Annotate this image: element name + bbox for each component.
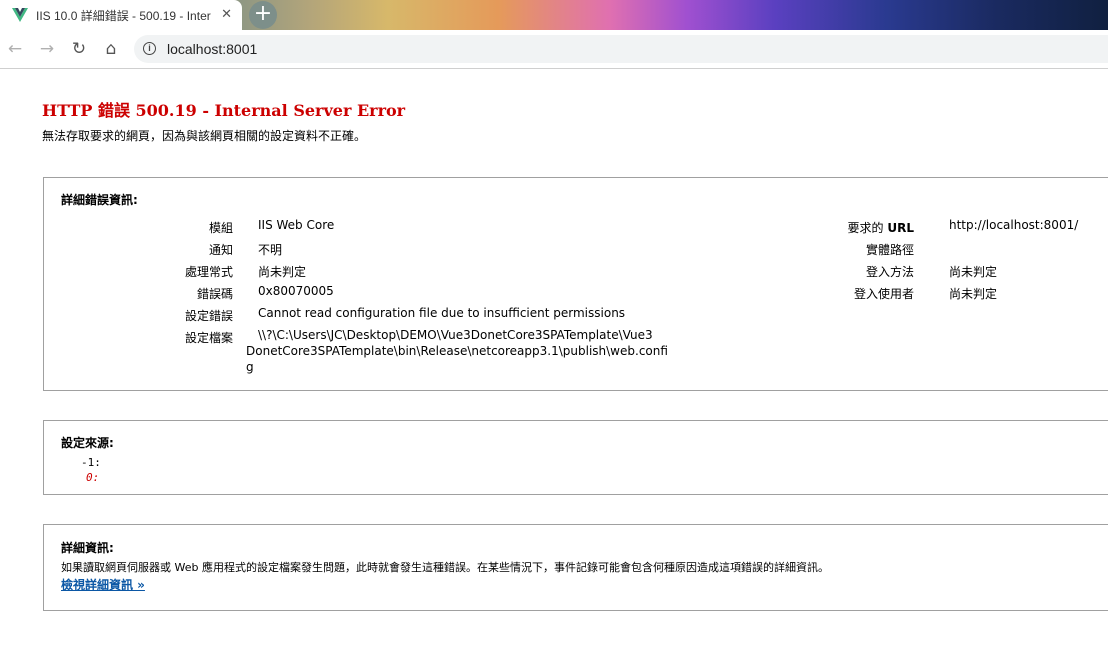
requested-url-label: 要求的 URL bbox=[848, 219, 914, 236]
more-info-text: 如果讀取網頁伺服器或 Web 應用程式的設定檔案發生問題，此時就會發生這種錯誤。… bbox=[61, 561, 829, 574]
module-value: IIS Web Core bbox=[258, 218, 335, 232]
requested-url-value: http://localhost:8001/ bbox=[949, 218, 1079, 232]
close-icon[interactable]: ✕ bbox=[221, 8, 232, 22]
more-info-link[interactable]: 檢視詳細資訊 » bbox=[61, 576, 145, 593]
new-tab-button[interactable]: + bbox=[249, 1, 277, 29]
module-label: 模組 bbox=[208, 221, 233, 235]
config-file-line-3: g bbox=[246, 360, 254, 374]
config-source-box: 設定來源: -1: 0: bbox=[43, 420, 1108, 495]
handler-value: 尚未判定 bbox=[258, 265, 307, 279]
browser-tab-strip: IIS 10.0 詳細錯誤 - 500.19 - Internal Server… bbox=[0, 0, 1108, 30]
address-bar[interactable]: i localhost:8001 bbox=[134, 35, 1108, 63]
config-source-line-2: 0: bbox=[86, 471, 100, 484]
config-error-label: 設定錯誤 bbox=[184, 309, 233, 323]
browser-tab[interactable]: IIS 10.0 詳細錯誤 - 500.19 - Internal Server… bbox=[0, 0, 242, 30]
tab-title: IIS 10.0 詳細錯誤 - 500.19 - Internal Server… bbox=[36, 8, 211, 23]
logon-method-label: 登入方法 bbox=[865, 265, 914, 279]
logon-user-label: 登入使用者 bbox=[853, 287, 914, 301]
config-error-value: Cannot read configuration file due to in… bbox=[258, 306, 626, 320]
forward-icon[interactable]: → bbox=[37, 39, 57, 59]
notification-value: 不明 bbox=[258, 243, 283, 257]
detail-error-box: 詳細錯誤資訊: 模組 IIS Web Core 通知 不明 處理常式 尚未判定 … bbox=[43, 177, 1108, 391]
config-source-heading: 設定來源: bbox=[61, 436, 114, 450]
config-file-line-2: DonetCore3SPATemplate\bin\Release\netcor… bbox=[246, 344, 668, 358]
handler-label: 處理常式 bbox=[184, 265, 233, 279]
url-text[interactable]: localhost:8001 bbox=[167, 41, 257, 57]
physical-path-label: 實體路徑 bbox=[865, 243, 914, 257]
error-code-value: 0x80070005 bbox=[258, 284, 334, 298]
logon-user-value: 尚未判定 bbox=[949, 287, 998, 301]
detail-error-heading: 詳細錯誤資訊: bbox=[61, 193, 138, 207]
requested-url-label-bold: URL bbox=[887, 221, 914, 235]
page-content: HTTP 錯誤 500.19 - Internal Server Error 無… bbox=[0, 69, 1108, 654]
notification-label: 通知 bbox=[208, 243, 233, 257]
page-title: HTTP 錯誤 500.19 - Internal Server Error bbox=[42, 101, 406, 120]
page-subtitle: 無法存取要求的網頁，因為與該網頁相關的設定資料不正確。 bbox=[42, 129, 367, 143]
home-icon[interactable]: ⌂ bbox=[101, 39, 121, 59]
reload-icon[interactable]: ↻ bbox=[69, 39, 89, 59]
error-code-label: 錯誤碼 bbox=[196, 287, 233, 301]
config-file-line-1: \\?\C:\Users\JC\Desktop\DEMO\Vue3DonetCo… bbox=[258, 328, 653, 342]
browser-toolbar: ← → ↻ ⌂ i localhost:8001 bbox=[0, 30, 1108, 69]
config-source-line-1: -1: bbox=[81, 456, 101, 469]
vue-logo-icon bbox=[12, 8, 28, 22]
requested-url-label-prefix: 要求的 bbox=[847, 221, 884, 235]
info-icon[interactable]: i bbox=[143, 42, 156, 55]
config-file-label: 設定檔案 bbox=[184, 331, 233, 345]
logon-method-value: 尚未判定 bbox=[949, 265, 998, 279]
more-info-box: 詳細資訊: 如果讀取網頁伺服器或 Web 應用程式的設定檔案發生問題，此時就會發… bbox=[43, 524, 1108, 611]
back-icon[interactable]: ← bbox=[5, 39, 25, 59]
more-info-heading: 詳細資訊: bbox=[61, 541, 114, 555]
